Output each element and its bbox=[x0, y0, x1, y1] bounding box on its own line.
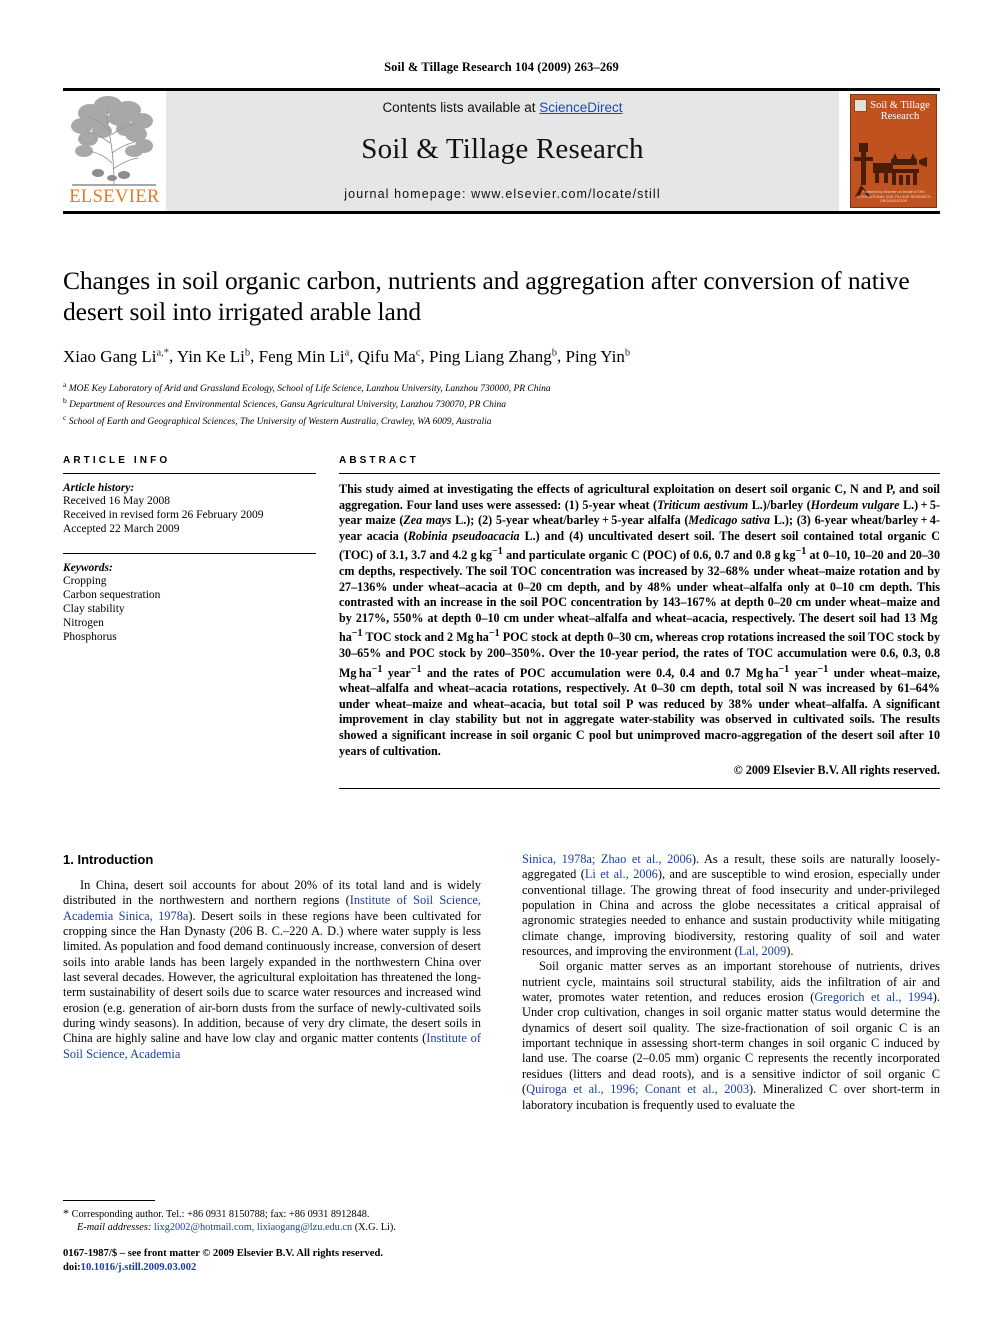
elsevier-badge-icon bbox=[854, 99, 867, 112]
elsevier-tree-icon bbox=[71, 96, 156, 186]
running-head: Soil & Tillage Research 104 (2009) 263–2… bbox=[384, 60, 619, 74]
affiliation-item: c School of Earth and Geographical Scien… bbox=[63, 412, 940, 429]
affiliation-mark: b bbox=[63, 396, 67, 406]
author-affiliation-mark: c bbox=[415, 347, 421, 358]
affiliation-text: Department of Resources and Environmenta… bbox=[69, 400, 506, 411]
affiliation-item: b Department of Resources and Environmen… bbox=[63, 395, 940, 412]
intro-paragraph-1: In China, desert soil accounts for about… bbox=[63, 878, 481, 1061]
affiliation-list: a MOE Key Laboratory of Arid and Grassla… bbox=[63, 379, 940, 429]
keyword-item: Clay stability bbox=[63, 603, 125, 616]
author: Qifu Mac bbox=[357, 346, 421, 366]
journal-cover-thumbnail[interactable]: Soil & Tillage Research Published by Els… bbox=[847, 91, 940, 211]
keywords-rule bbox=[63, 552, 316, 554]
asterisk-icon: * bbox=[63, 1206, 69, 1220]
footnote-rule bbox=[63, 1200, 155, 1201]
article-first-page: Soil & Tillage Research 104 (2009) 263–2… bbox=[0, 0, 992, 1323]
issn-line: 0167-1987/$ – see front matter © 2009 El… bbox=[63, 1248, 383, 1259]
elsevier-wordmark: ELSEVIER bbox=[69, 187, 160, 207]
author: Feng Min Lia bbox=[258, 346, 350, 366]
title-block: Changes in soil organic carbon, nutrient… bbox=[63, 265, 940, 429]
section-title-introduction: 1. Introduction bbox=[63, 852, 154, 867]
keyword-item: Nitrogen bbox=[63, 617, 104, 630]
affiliation-item: a MOE Key Laboratory of Arid and Grassla… bbox=[63, 379, 940, 396]
footnote-email-links[interactable]: lixg2002@hotmail.com, lixiaogang@lzu.edu… bbox=[154, 1222, 352, 1233]
keyword-item: Cropping bbox=[63, 574, 107, 587]
journal-band: Contents lists available at ScienceDirec… bbox=[166, 91, 839, 211]
doi-line: doi:10.1016/j.still.2009.03.002 bbox=[63, 1261, 563, 1275]
doi-label: doi: bbox=[63, 1261, 81, 1273]
affiliation-text: School of Earth and Geographical Science… bbox=[68, 417, 492, 428]
elsevier-logo: ELSEVIER bbox=[63, 91, 166, 211]
contents-line: Contents lists available at ScienceDirec… bbox=[166, 100, 839, 115]
article-title: Changes in soil organic carbon, nutrient… bbox=[63, 266, 910, 326]
author-affiliation-mark: b bbox=[624, 347, 631, 358]
sciencedirect-link[interactable]: ScienceDirect bbox=[539, 100, 622, 115]
cover-caption: Published by Elsevier on behalf of THE I… bbox=[856, 190, 931, 204]
journal-homepage[interactable]: journal homepage: www.elsevier.com/locat… bbox=[166, 187, 839, 201]
abstract-rule bbox=[339, 473, 940, 474]
author-affiliation-mark: a,* bbox=[156, 347, 170, 358]
footnote-email-line: E-mail addresses: lixg2002@hotmail.com, … bbox=[63, 1221, 481, 1234]
author-affiliation-mark: b bbox=[551, 347, 558, 358]
cover-title: Soil & Tillage Research bbox=[870, 100, 930, 122]
abstract-column: ABSTRACT This study aimed at investigati… bbox=[316, 455, 941, 790]
author: Yin Ke Lib bbox=[176, 346, 251, 366]
affiliation-mark: a bbox=[63, 379, 67, 389]
info-abstract-section: ARTICLE INFO Article history: Received 1… bbox=[63, 455, 941, 790]
corresponding-author-footnote: * Corresponding author. Tel.: +86 0931 8… bbox=[63, 1200, 481, 1235]
journal-name: Soil & Tillage Research bbox=[361, 133, 644, 165]
body-columns: 1. Introduction In China, desert soil ac… bbox=[63, 852, 940, 1113]
author-list: Xiao Gang Lia,*, Yin Ke Lib, Feng Min Li… bbox=[63, 346, 631, 366]
abstract-heading: ABSTRACT bbox=[339, 455, 419, 466]
article-history-label: Article history: bbox=[63, 482, 135, 494]
masthead-bottom-rule bbox=[63, 211, 940, 214]
body-column-left: 1. Introduction In China, desert soil ac… bbox=[63, 852, 481, 1113]
author-affiliation-mark: a bbox=[344, 347, 350, 358]
keyword-item: Carbon sequestration bbox=[63, 588, 161, 601]
footnote-corresponding: * Corresponding author. Tel.: +86 0931 8… bbox=[63, 1206, 481, 1221]
abstract-copyright: © 2009 Elsevier B.V. All rights reserved… bbox=[733, 763, 940, 778]
keywords-label: Keywords: bbox=[63, 561, 113, 574]
doi-link[interactable]: 10.1016/j.still.2009.03.002 bbox=[81, 1262, 197, 1273]
journal-masthead: ELSEVIER Contents lists available at Sci… bbox=[63, 88, 940, 214]
history-item: Received 16 May 2008 bbox=[63, 495, 170, 507]
affiliation-text: MOE Key Laboratory of Arid and Grassland… bbox=[68, 383, 551, 394]
history-item: Accepted 22 March 2009 bbox=[63, 523, 180, 536]
contents-prefix: Contents lists available at bbox=[382, 100, 540, 115]
footnote-corresponding-text: Corresponding author. Tel.: +86 0931 815… bbox=[71, 1209, 370, 1220]
intro-paragraph-1-cont: Sinica, 1978a; Zhao et al., 2006). As a … bbox=[522, 852, 940, 959]
keywords-block: Keywords: Cropping Carbon sequestration … bbox=[63, 562, 316, 645]
author: Ping Liang Zhangb bbox=[429, 346, 558, 366]
abstract-body: This study aimed at investigating the ef… bbox=[339, 482, 941, 758]
author: Ping Yinb bbox=[565, 346, 631, 366]
author-affiliation-mark: b bbox=[244, 347, 251, 358]
article-info-heading: ARTICLE INFO bbox=[63, 455, 171, 466]
article-info-column: ARTICLE INFO Article history: Received 1… bbox=[63, 455, 316, 789]
article-info-rule bbox=[63, 473, 316, 474]
footnote-email-label: E-mail addresses: bbox=[77, 1222, 152, 1234]
abstract-bottom-rule bbox=[339, 788, 940, 790]
intro-paragraph-2: Soil organic matter serves as an importa… bbox=[522, 959, 940, 1112]
author: Xiao Gang Lia,* bbox=[63, 346, 170, 366]
body-column-right: Sinica, 1978a; Zhao et al., 2006). As a … bbox=[522, 852, 940, 1113]
page-footer: 0167-1987/$ – see front matter © 2009 El… bbox=[63, 1247, 563, 1274]
history-item: Received in revised form 26 February 200… bbox=[63, 509, 264, 522]
footnote-email-owner: (X.G. Li). bbox=[354, 1222, 396, 1234]
affiliation-mark: c bbox=[63, 413, 67, 423]
keyword-item: Phosphorus bbox=[63, 631, 117, 644]
